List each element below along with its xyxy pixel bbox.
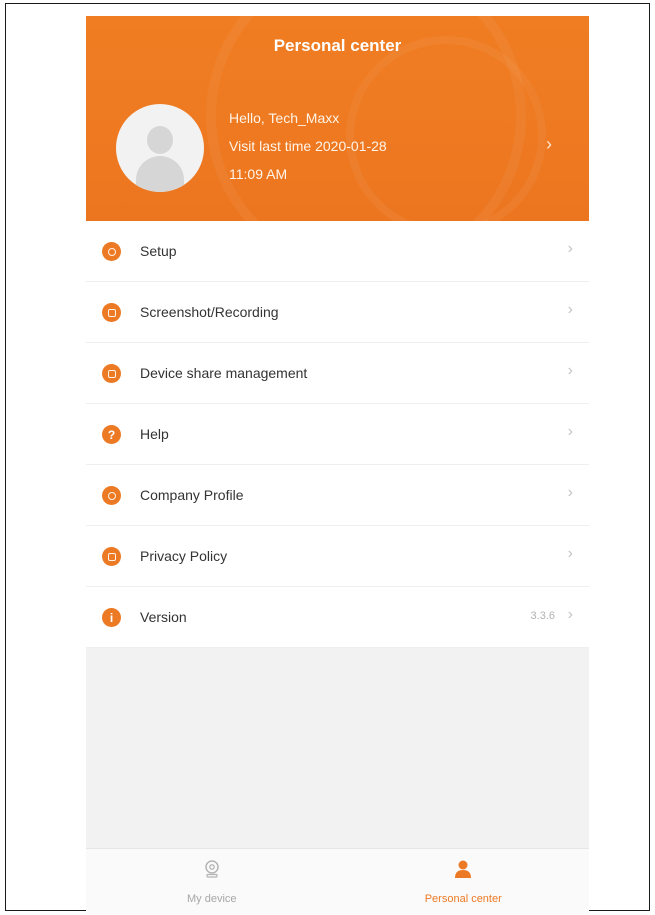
profile-header: Personal center Hello, Tech_Maxx Visit l… bbox=[86, 16, 589, 221]
chevron-right-icon[interactable]: › bbox=[546, 134, 552, 155]
version-number: 3.3.6 bbox=[530, 610, 555, 622]
menu-item-setup[interactable]: Setup › bbox=[86, 221, 589, 282]
company-icon bbox=[102, 486, 121, 505]
menu-item-device-share-management[interactable]: Device share management › bbox=[86, 343, 589, 404]
privacy-icon bbox=[102, 547, 121, 566]
menu-item-company-profile[interactable]: Company Profile › bbox=[86, 465, 589, 526]
info-icon: i bbox=[102, 608, 121, 627]
menu-item-label: Version bbox=[140, 609, 187, 625]
page-title: Personal center bbox=[273, 36, 402, 55]
chevron-right-icon: › bbox=[567, 423, 573, 440]
menu-item-label: Company Profile bbox=[140, 487, 244, 503]
greeting-text: Hello, Tech_Maxx bbox=[229, 110, 340, 126]
avatar[interactable] bbox=[116, 104, 204, 192]
gear-icon bbox=[102, 242, 121, 261]
menu-item-label: Help bbox=[140, 426, 169, 442]
tab-personal-center[interactable]: Personal center bbox=[338, 849, 590, 914]
chevron-right-icon: › bbox=[567, 240, 573, 257]
tab-label: Personal center bbox=[424, 893, 502, 905]
settings-menu: Setup › Screenshot/Recording › Device sh… bbox=[86, 221, 589, 648]
avatar-body bbox=[136, 156, 184, 192]
menu-item-privacy-policy[interactable]: Privacy Policy › bbox=[86, 526, 589, 587]
user-info[interactable]: Hello, Tech_Maxx Visit last time 2020-01… bbox=[229, 104, 387, 188]
tab-label: My device bbox=[186, 893, 237, 905]
help-icon: ? bbox=[102, 425, 121, 444]
person-icon bbox=[455, 860, 472, 878]
chevron-right-icon: › bbox=[567, 545, 573, 562]
app-screen: Personal center Hello, Tech_Maxx Visit l… bbox=[86, 16, 589, 914]
avatar-head bbox=[147, 126, 173, 154]
camera-icon bbox=[102, 303, 121, 322]
camera-device-icon bbox=[205, 860, 219, 878]
last-visit-text: Visit last time 2020-01-28 bbox=[229, 138, 387, 154]
chevron-right-icon: › bbox=[567, 362, 573, 379]
tab-my-device[interactable]: My device bbox=[86, 849, 338, 914]
chevron-right-icon: › bbox=[567, 484, 573, 501]
menu-item-label: Privacy Policy bbox=[140, 548, 228, 564]
share-icon bbox=[102, 364, 121, 383]
menu-item-label: Setup bbox=[140, 243, 177, 259]
bottom-tab-bar: My device Personal center bbox=[86, 848, 589, 914]
chevron-right-icon: › bbox=[567, 301, 573, 318]
screenshot-frame: Personal center Hello, Tech_Maxx Visit l… bbox=[5, 3, 650, 914]
menu-item-help[interactable]: ? Help › bbox=[86, 404, 589, 465]
last-visit-time: 11:09 AM bbox=[229, 166, 288, 182]
menu-item-label: Screenshot/Recording bbox=[140, 304, 279, 320]
chevron-right-icon: › bbox=[567, 606, 573, 623]
menu-item-label: Device share management bbox=[140, 365, 308, 381]
menu-item-screenshot-recording[interactable]: Screenshot/Recording › bbox=[86, 282, 589, 343]
menu-item-version[interactable]: i Version 3.3.6 › bbox=[86, 587, 589, 648]
